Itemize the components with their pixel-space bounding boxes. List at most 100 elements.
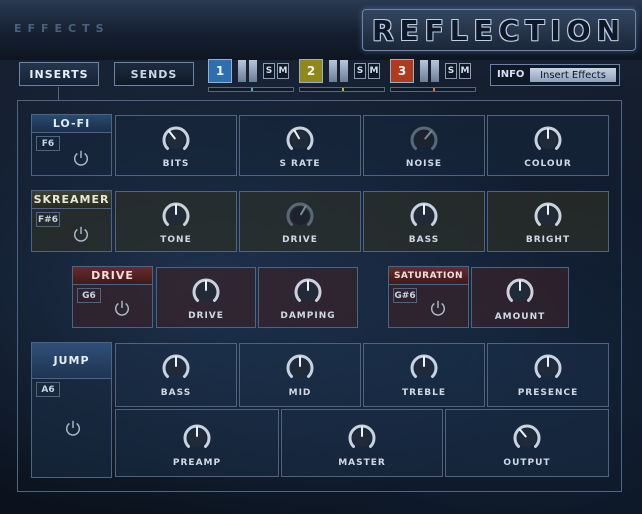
jump-presence-label: PRESENCE — [517, 388, 579, 398]
skreamer-bright-knob[interactable] — [532, 200, 564, 230]
bus-2-select-button[interactable]: 2 — [299, 59, 323, 83]
lofi-key-label: F6 — [36, 136, 60, 151]
bus-3-select-button[interactable]: 3 — [390, 59, 414, 83]
jump-preamp-knob[interactable] — [181, 422, 213, 452]
jump-preamp-knob-cell: PREAMP — [115, 409, 279, 477]
bus-1-level-bar — [249, 60, 257, 82]
skreamer-module: SKREAMER F#6 — [31, 190, 112, 252]
lofi-noise-knob[interactable] — [408, 124, 440, 154]
saturation-power-icon[interactable] — [429, 299, 447, 317]
tab-inserts[interactable]: INSERTS — [19, 62, 99, 86]
knob-body — [291, 131, 309, 149]
tab-sends[interactable]: SENDS — [114, 62, 194, 86]
bus-2-solo-button[interactable]: S — [354, 63, 366, 79]
bus-1-level-bar — [238, 60, 246, 82]
skreamer-drive-knob-cell: DRIVE — [239, 191, 361, 252]
saturation-title: SATURATION — [389, 267, 468, 285]
skreamer-tone-knob[interactable] — [160, 200, 192, 230]
skreamer-tone-label: TONE — [160, 235, 192, 245]
skreamer-bright-label: BRIGHT — [525, 235, 571, 245]
skreamer-drive-label: DRIVE — [282, 235, 318, 245]
jump-presence-knob[interactable] — [532, 352, 564, 382]
lofi-bits-knob-cell: BITS — [115, 115, 237, 176]
lofi-bits-knob[interactable] — [160, 124, 192, 154]
bus-1-strip: 1 S M — [208, 59, 298, 92]
saturation-amount-knob-cell: AMOUNT — [471, 267, 569, 328]
lofi-colour-label: COLOUR — [524, 159, 572, 169]
lofi-srate-knob-cell: S RATE — [239, 115, 361, 176]
lofi-colour-knob[interactable] — [532, 124, 564, 154]
jump-output-label: OUTPUT — [503, 458, 551, 468]
bus-1-mute-button[interactable]: M — [277, 63, 289, 79]
jump-master-knob[interactable] — [346, 422, 378, 452]
inserts-connector — [58, 87, 59, 100]
drive-drive-knob[interactable] — [190, 276, 222, 306]
drive-key-label: G6 — [77, 288, 101, 303]
lofi-module: LO-FI F6 — [31, 114, 112, 176]
bus-2-meter — [299, 87, 385, 92]
skreamer-drive-knob[interactable] — [284, 200, 316, 230]
drive-drive-knob-cell: DRIVE — [156, 267, 256, 328]
bus-1-solo-button[interactable]: S — [263, 63, 275, 79]
jump-treble-knob[interactable] — [408, 352, 440, 382]
jump-power-icon[interactable] — [64, 419, 82, 437]
jump-mid-knob[interactable] — [284, 352, 316, 382]
skreamer-tone-knob-cell: TONE — [115, 191, 237, 252]
skreamer-bass-knob-cell: BASS — [363, 191, 485, 252]
jump-mid-label: MID — [288, 388, 312, 398]
logo-text: REFLECTION — [371, 13, 627, 47]
bus-2-mute-button[interactable]: M — [368, 63, 380, 79]
lofi-colour-knob-cell: COLOUR — [487, 115, 609, 176]
lofi-power-icon[interactable] — [72, 149, 90, 167]
bus-2-level-bar — [329, 60, 337, 82]
bus-1-meter-marker — [251, 88, 253, 91]
jump-key-label: A6 — [36, 382, 60, 397]
drive-title: DRIVE — [73, 267, 152, 285]
bus-3-level-bar — [420, 60, 428, 82]
lofi-noise-label: NOISE — [405, 159, 443, 169]
bus-3-meter-marker — [433, 88, 435, 91]
bus-3-meter — [390, 87, 476, 92]
jump-bass-label: BASS — [160, 388, 192, 398]
bus-3-mute-button[interactable]: M — [459, 63, 471, 79]
saturation-amount-label: AMOUNT — [494, 312, 546, 322]
bus-1-select-button[interactable]: 1 — [208, 59, 232, 83]
skreamer-title: SKREAMER — [32, 191, 111, 209]
saturation-key-label: G#6 — [393, 288, 417, 303]
drive-damping-knob[interactable] — [292, 276, 324, 306]
jump-treble-knob-cell: TREBLE — [363, 343, 485, 407]
drive-power-icon[interactable] — [113, 299, 131, 317]
info-panel: INFO Insert Effects — [490, 64, 620, 86]
saturation-module: SATURATION G#6 — [388, 266, 469, 328]
skreamer-bright-knob-cell: BRIGHT — [487, 191, 609, 252]
bus-1-meter — [208, 87, 294, 92]
jump-title: JUMP — [32, 343, 111, 379]
skreamer-bass-knob[interactable] — [408, 200, 440, 230]
jump-preamp-label: PREAMP — [172, 458, 222, 468]
jump-output-knob[interactable] — [511, 422, 543, 452]
info-value: Insert Effects — [530, 68, 616, 82]
lofi-bits-label: BITS — [162, 159, 190, 169]
jump-master-label: MASTER — [338, 458, 386, 468]
bus-3-solo-button[interactable]: S — [445, 63, 457, 79]
lofi-srate-knob[interactable] — [284, 124, 316, 154]
drive-damping-knob-cell: DAMPING — [258, 267, 358, 328]
lofi-title: LO-FI — [32, 115, 111, 133]
skreamer-power-icon[interactable] — [72, 225, 90, 243]
effects-label: EFFECTS — [14, 22, 110, 35]
jump-module: JUMP A6 — [31, 342, 112, 478]
jump-master-knob-cell: MASTER — [281, 409, 443, 477]
jump-bass-knob[interactable] — [160, 352, 192, 382]
bus-2-strip: 2 S M — [299, 59, 389, 92]
jump-bass-knob-cell: BASS — [115, 343, 237, 407]
bus-3-level-bar — [431, 60, 439, 82]
skreamer-key-label: F#6 — [36, 212, 60, 227]
jump-mid-knob-cell: MID — [239, 343, 361, 407]
saturation-amount-knob[interactable] — [504, 276, 536, 306]
bus-2-meter-marker — [342, 88, 344, 91]
jump-treble-label: TREBLE — [402, 388, 446, 398]
reflection-plugin-window: EFFECTS REFLECTION INSERTS SENDS 1 S M 2… — [0, 0, 642, 514]
info-label: INFO — [497, 69, 525, 80]
drive-damping-label: DAMPING — [280, 311, 336, 321]
reflection-logo: REFLECTION — [362, 9, 636, 51]
